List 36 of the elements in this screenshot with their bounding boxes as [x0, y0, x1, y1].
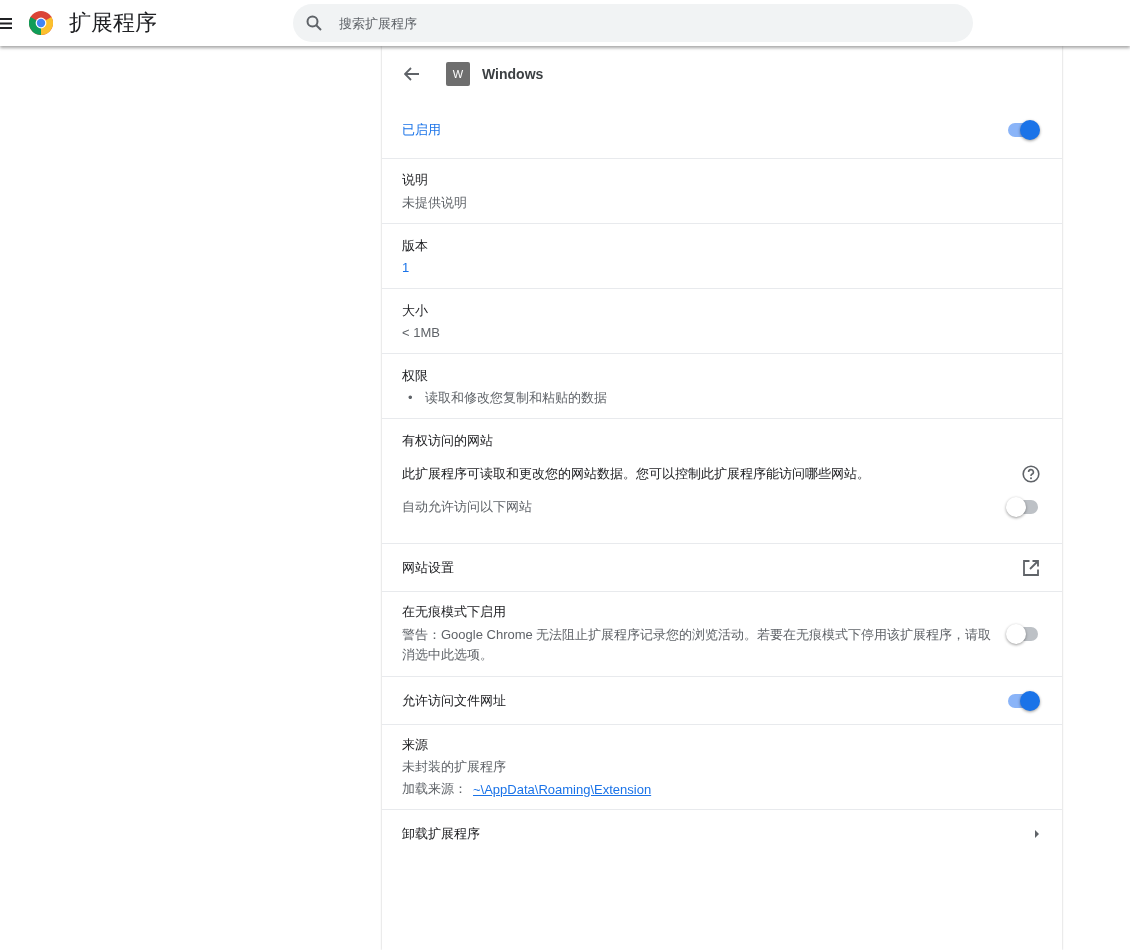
extension-name: Windows	[482, 66, 544, 82]
browser-logo-icon	[29, 11, 53, 35]
warning-text: 警告：Google Chrome 无法阻止扩展程序记录您的浏览活动。若要在无痕模式下停用该扩展程序，请取消选中此选项。	[402, 626, 993, 664]
toggle-switch[interactable]	[1006, 690, 1040, 711]
section-title: 大小	[402, 302, 429, 320]
toggle-switch[interactable]	[1006, 120, 1040, 140]
caret-icon[interactable]	[1034, 828, 1040, 839]
toggle-switch[interactable]	[1006, 497, 1040, 517]
section-title: 版本	[402, 237, 429, 255]
option-label: 自动允许访问以下网站	[402, 498, 532, 516]
external-link-icon[interactable]	[1022, 558, 1040, 577]
enabled-label: 已启用	[402, 121, 441, 139]
page-title: 扩展程序	[69, 9, 158, 37]
help-icon[interactable]	[1022, 465, 1040, 483]
section-title: 来源	[402, 736, 429, 754]
section-title: 在无痕模式下启用	[402, 603, 507, 621]
remove-extension-link[interactable]: 卸载扩展程序	[402, 824, 480, 843]
load-source-label: 加载来源：	[402, 780, 467, 798]
extension-icon: W	[446, 62, 470, 86]
toggle-switch[interactable]	[1006, 624, 1040, 644]
path-link[interactable]: ~\AppData\Roaming\Extension	[473, 781, 652, 797]
section-description: 此扩展程序可读取和更改您的网站数据。您可以控制此扩展程序能访问哪些网站。	[402, 465, 870, 483]
search-field[interactable]: 搜索扩展程序	[293, 4, 973, 42]
permission-item: 读取和修改您复制和粘贴的数据	[424, 389, 607, 406]
section-value: 未封装的扩展程序	[402, 758, 507, 776]
section-value: < 1MB	[402, 325, 441, 340]
section-title: 权限	[402, 366, 429, 385]
section-title: 说明	[402, 170, 429, 189]
menu-icon[interactable]	[0, 17, 12, 29]
section-value: 1	[402, 260, 411, 275]
option-label: 允许访问文件网址	[402, 691, 506, 710]
site-settings-link[interactable]: 网站设置	[402, 558, 454, 577]
section-value: 未提供说明	[402, 193, 468, 212]
back-arrow-icon[interactable]	[404, 67, 420, 81]
bullet: •	[408, 389, 413, 406]
section-title: 有权访问的网站	[402, 432, 494, 450]
